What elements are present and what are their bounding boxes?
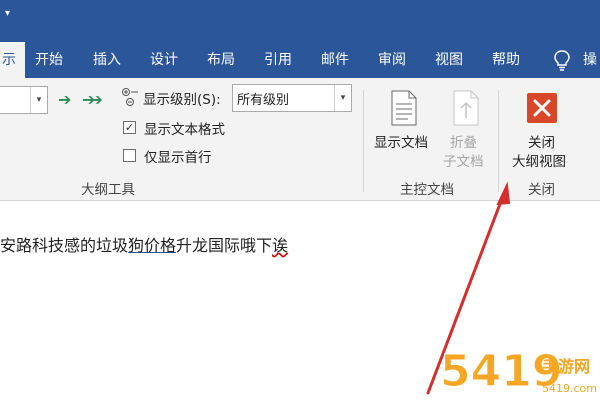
watermark-logo: 5419 手游网 5419.com (440, 346, 597, 398)
svg-text:5419.com: 5419.com (542, 382, 597, 395)
svg-text:手游网: 手游网 (542, 357, 590, 376)
